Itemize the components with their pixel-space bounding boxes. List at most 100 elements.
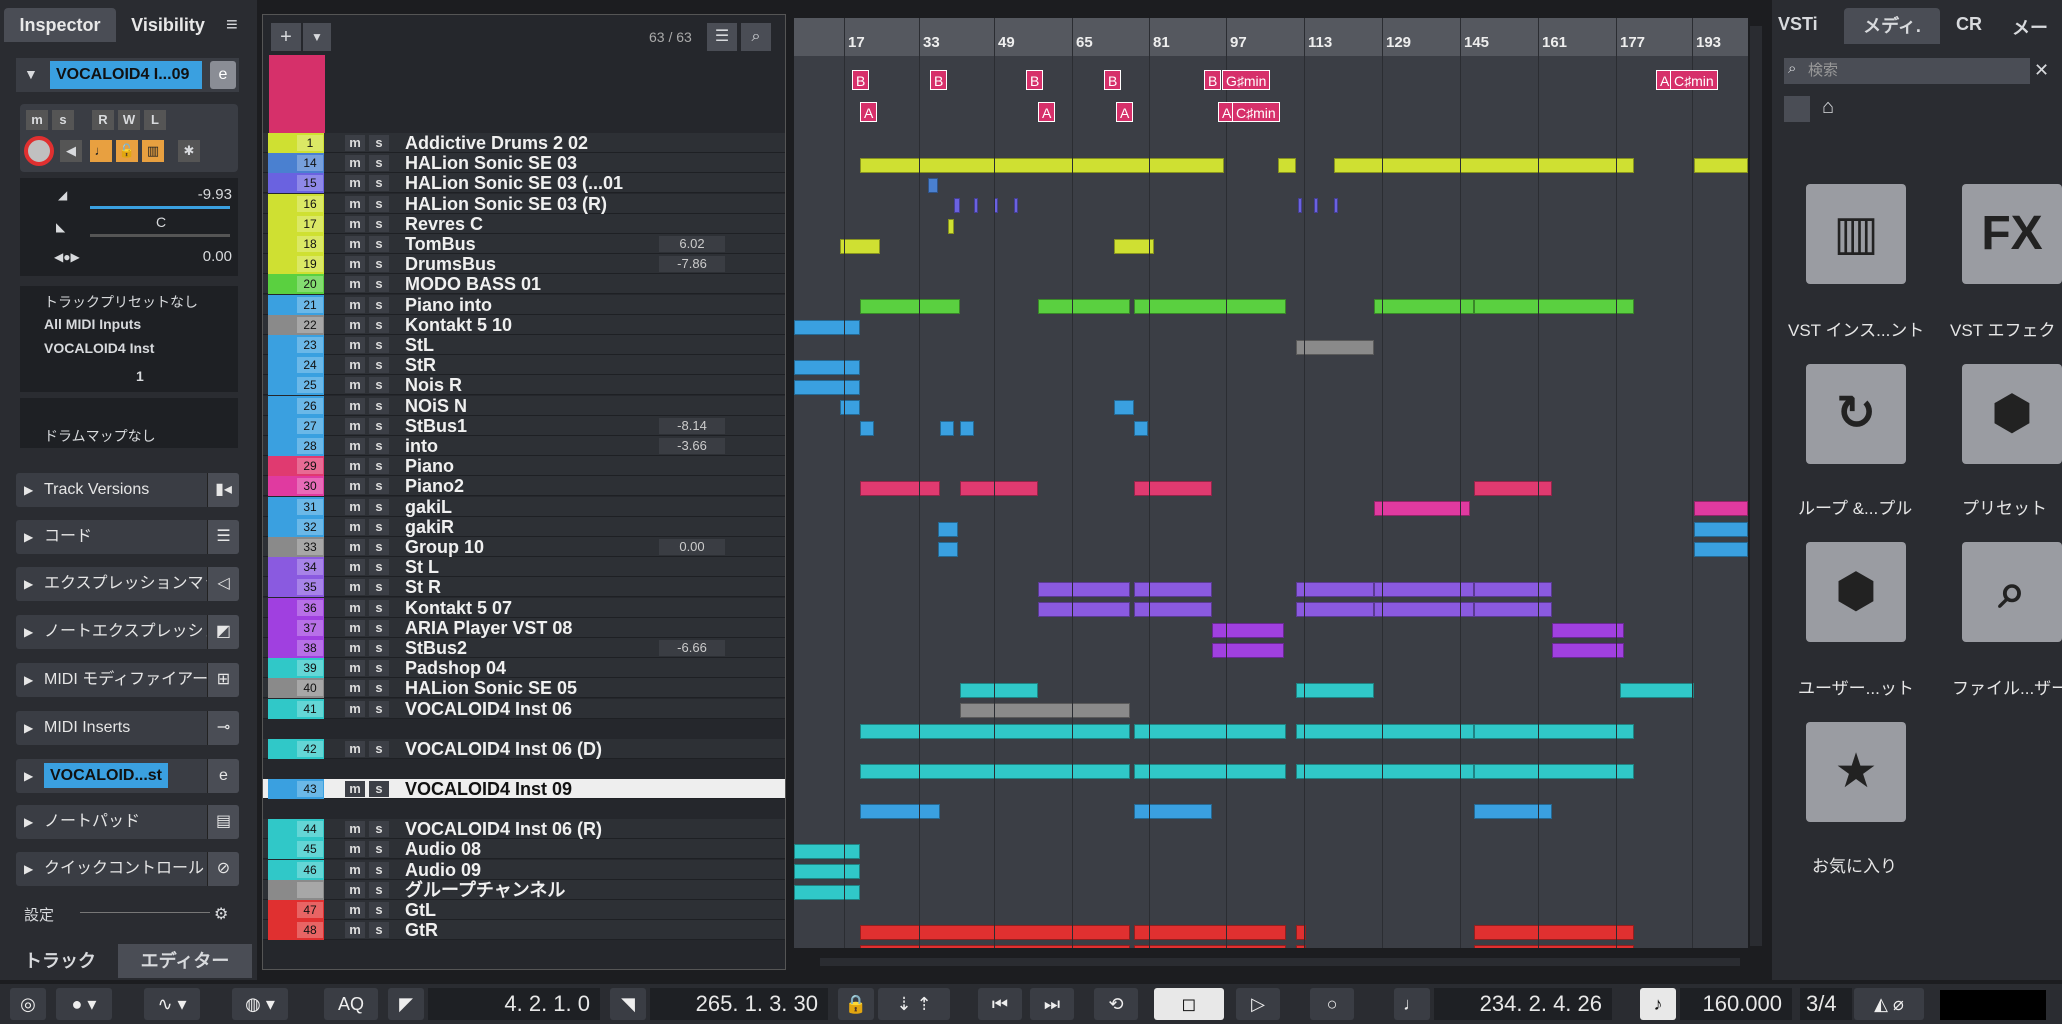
midi-part[interactable] — [1038, 582, 1130, 598]
midi-part[interactable] — [1134, 925, 1286, 940]
waveform-icon[interactable]: ∿ ▾ — [144, 988, 200, 1020]
midi-part[interactable] — [840, 238, 880, 254]
solo-button[interactable]: s — [369, 296, 389, 313]
mute-button[interactable]: m — [345, 458, 365, 475]
lock-icon[interactable]: 🔒 — [838, 988, 874, 1020]
midi-part[interactable] — [1296, 582, 1374, 598]
mute-button[interactable]: m — [345, 498, 365, 515]
vertical-scrollbar[interactable] — [1750, 26, 1762, 946]
solo-button[interactable]: s — [369, 397, 389, 414]
midi-part[interactable] — [1134, 723, 1286, 739]
midi-part[interactable] — [1694, 521, 1748, 537]
section-midi-modifiers[interactable]: ▶ MIDI モディファイアー ⊞ — [16, 663, 239, 697]
tab-editor[interactable]: エディター — [118, 944, 252, 978]
midi-part[interactable] — [1474, 763, 1634, 779]
midi-part[interactable] — [1134, 763, 1286, 779]
solo-button[interactable]: s — [369, 337, 389, 353]
drum-map-label[interactable]: ドラムマップなし — [26, 426, 156, 446]
midi-part[interactable] — [1474, 925, 1634, 940]
position-display[interactable]: 234. 2. 4. 26 — [1434, 988, 1612, 1020]
horizontal-scrollbar[interactable] — [820, 958, 1740, 966]
gear-icon[interactable]: ⚙ — [214, 904, 228, 924]
back-icon[interactable] — [1784, 96, 1810, 122]
midi-part[interactable] — [1694, 158, 1748, 173]
mute-button[interactable]: m — [345, 660, 365, 677]
solo-button[interactable]: s — [369, 276, 389, 293]
mute-button[interactable]: m — [345, 296, 365, 313]
mute-button[interactable]: m — [345, 922, 365, 939]
midi-part[interactable] — [1296, 339, 1374, 355]
midi-part[interactable] — [1134, 602, 1212, 618]
midi-part[interactable] — [1038, 299, 1130, 315]
right-locator[interactable]: 265. 1. 3. 30 — [650, 988, 828, 1020]
track-row[interactable]: 16 m s HALion Sonic SE 03 (R) — [263, 193, 785, 214]
midi-part[interactable] — [1134, 945, 1286, 948]
lanes-button[interactable]: L — [144, 110, 166, 130]
midi-part[interactable] — [1134, 481, 1212, 497]
mute-button[interactable]: m — [345, 640, 365, 656]
midi-part[interactable] — [794, 884, 860, 900]
track-row[interactable]: 42 m s VOCALOID4 Inst 06 (D) — [263, 738, 785, 759]
edit-icon[interactable]: ✱ — [178, 140, 200, 162]
midi-part[interactable] — [1314, 198, 1318, 214]
track-row[interactable]: 1 m s Addictive Drums 2 02 — [263, 133, 785, 153]
midi-part[interactable] — [938, 541, 958, 557]
track-row[interactable]: 30 m s Piano2 — [263, 476, 785, 497]
stop-icon[interactable]: ◻ — [1154, 988, 1224, 1020]
record-enable-icon[interactable] — [24, 136, 54, 166]
midi-part[interactable] — [860, 925, 1130, 940]
midi-part[interactable] — [1474, 481, 1552, 497]
track-row[interactable]: 36 m s Kontakt 5 07 — [263, 597, 785, 618]
midi-part[interactable] — [1296, 683, 1374, 699]
mute-button[interactable]: m — [345, 155, 365, 172]
solo-button[interactable]: s — [369, 256, 389, 273]
solo-button[interactable]: s — [369, 357, 389, 374]
midi-part[interactable] — [1334, 198, 1338, 214]
midi-part[interactable] — [1374, 582, 1474, 598]
right-locator-icon[interactable]: ◥ — [610, 988, 646, 1020]
track-row[interactable]: 45 m s Audio 08 — [263, 839, 785, 860]
read-button[interactable]: R — [92, 110, 114, 130]
mute-button[interactable]: m — [345, 579, 365, 596]
midi-part[interactable] — [954, 198, 960, 214]
vst-instrument-icon[interactable]: ▥ — [1806, 184, 1906, 284]
mute-button[interactable]: m — [345, 417, 365, 434]
midi-part[interactable] — [960, 683, 1038, 699]
solo-button[interactable]: s — [369, 640, 389, 656]
mute-button[interactable]: m — [345, 377, 365, 394]
punch-icon[interactable]: ⇣ ⇡ — [878, 988, 950, 1020]
midi-part[interactable] — [960, 703, 1130, 719]
track-row[interactable]: 21 m s Piano into — [263, 294, 785, 315]
mute-button[interactable]: m — [345, 256, 365, 273]
collapse-icon[interactable]: ▼ — [24, 66, 38, 82]
solo-button[interactable]: s — [369, 660, 389, 677]
chord-event[interactable]: B — [852, 70, 870, 90]
mute-button[interactable]: m — [345, 316, 365, 333]
rewind-start-icon[interactable]: ⏮ — [978, 988, 1022, 1020]
midi-part[interactable] — [860, 723, 1130, 739]
mute-button[interactable]: m — [345, 841, 365, 858]
chord-event[interactable]: B — [1204, 70, 1222, 90]
midi-part[interactable] — [1474, 723, 1634, 739]
mute-button[interactable]: m — [345, 276, 365, 293]
solo-button[interactable]: s — [369, 155, 389, 172]
tab-media[interactable]: メディ. — [1844, 8, 1940, 44]
track-row[interactable]: 38 m s StBus2 -6.66 — [263, 638, 785, 658]
midi-part[interactable] — [1474, 299, 1634, 315]
midi-part[interactable] — [860, 804, 940, 819]
solo-button[interactable]: s — [369, 902, 389, 918]
track-row[interactable]: 20 m s MODO BASS 01 — [263, 274, 785, 295]
solo-button[interactable]: s — [369, 861, 389, 878]
loop-icon[interactable]: ↻ — [1806, 364, 1906, 464]
midi-channel[interactable]: 1 — [136, 368, 176, 384]
tab-track[interactable]: トラック — [4, 944, 116, 978]
track-row[interactable]: 48 m s GtR — [263, 920, 785, 941]
midi-part[interactable] — [948, 218, 954, 234]
midi-part[interactable] — [1296, 602, 1374, 618]
track-row[interactable]: 40 m s HALion Sonic SE 05 — [263, 678, 785, 699]
mute-button[interactable]: m — [345, 175, 365, 192]
mute-button[interactable]: m — [345, 619, 365, 636]
auto-quantize-button[interactable]: AQ — [324, 988, 378, 1020]
record-icon[interactable]: ○ — [1310, 988, 1354, 1020]
track-volume[interactable]: -6.66 — [659, 640, 725, 656]
